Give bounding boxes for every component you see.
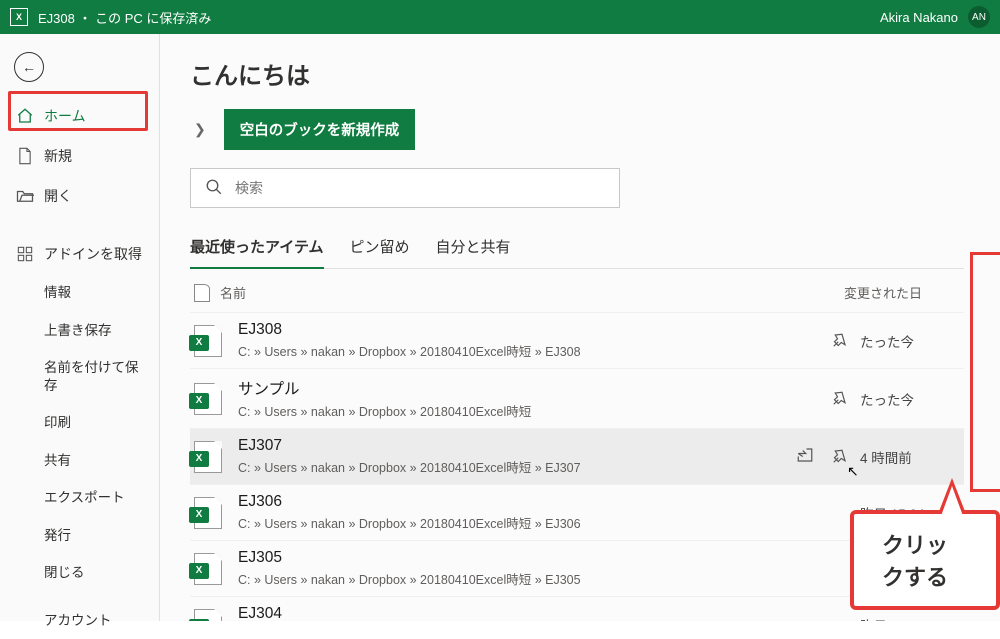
pin-icon[interactable] (828, 330, 850, 352)
back-button[interactable] (14, 52, 44, 82)
nav-save[interactable]: 上書き保存 (0, 312, 159, 350)
excel-app-icon: X (10, 8, 28, 26)
nav-get-addins[interactable]: アドインを取得 (0, 234, 159, 274)
file-date: 昨日 11:40 (860, 559, 960, 579)
search-box[interactable]: 検索 (190, 168, 620, 208)
list-header: 名前 変更された日 (190, 273, 964, 312)
cursor-icon: ↖ (847, 463, 859, 480)
recent-item[interactable]: X EJ307 C: » Users » nakan » Dropbox » 201… (190, 428, 964, 484)
nav-open-label: 開く (44, 186, 72, 206)
nav-home-label: ホーム (44, 106, 86, 126)
nav-share[interactable]: 共有 (0, 442, 159, 480)
tab-recent[interactable]: 最近使ったアイテム (190, 228, 324, 269)
file-name: EJ308 (238, 321, 770, 339)
col-date-label[interactable]: 変更された日 (844, 283, 964, 302)
file-name: EJ305 (238, 549, 770, 567)
chevron-right-icon: ❯ (190, 121, 210, 138)
folder-open-icon (16, 189, 34, 203)
excel-file-icon: X (194, 609, 222, 622)
nav-new[interactable]: 新規 (0, 136, 159, 176)
titlebar: X EJ308 ・ この PC に保存済み Akira Nakano AN (0, 0, 1000, 34)
file-path: C: » Users » nakan » Dropbox » 20180410E… (238, 569, 770, 588)
recent-list: X EJ308 C: » Users » nakan » Dropbox » 201… (190, 312, 964, 621)
file-name: サンプル (238, 377, 770, 399)
nav-open[interactable]: 開く (0, 176, 159, 216)
new-file-icon (16, 147, 34, 165)
user-name[interactable]: Akira Nakano (880, 10, 958, 25)
file-date: 昨日 15:04 (860, 503, 960, 523)
file-path: C: » Users » nakan » Dropbox » 20180410E… (238, 341, 770, 360)
recent-item[interactable]: XEJ304C: » Users » nakan » Dropbox » 201… (190, 596, 964, 621)
page-title: こんにちは (190, 56, 964, 91)
excel-file-icon: X (194, 553, 222, 585)
excel-file-icon: X (194, 497, 222, 529)
pin-icon[interactable]: ↖ (828, 446, 850, 468)
excel-file-icon: X (194, 383, 222, 415)
share-icon[interactable] (796, 446, 814, 467)
nav-print[interactable]: 印刷 (0, 404, 159, 442)
backstage-content: こんにちは ❯ 空白のブックを新規作成 検索 最近使ったアイテム ピン留め 自分… (160, 34, 1000, 621)
recent-tabs: 最近使ったアイテム ピン留め 自分と共有 (190, 228, 964, 269)
avatar[interactable]: AN (968, 6, 990, 28)
nav-addins-label: アドインを取得 (44, 244, 142, 264)
nav-publish[interactable]: 発行 (0, 517, 159, 555)
nav-save-as[interactable]: 名前を付けて保存 (0, 349, 159, 404)
search-placeholder: 検索 (235, 178, 263, 198)
nav-export[interactable]: エクスポート (0, 479, 159, 517)
document-title: EJ308 ・ この PC に保存済み (38, 8, 211, 27)
tab-shared[interactable]: 自分と共有 (436, 228, 511, 268)
tab-pinned[interactable]: ピン留め (350, 228, 410, 268)
file-date: たった今 (860, 389, 960, 409)
file-name: EJ304 (238, 605, 770, 621)
nav-close[interactable]: 閉じる (0, 554, 159, 592)
file-name: EJ307 (238, 437, 770, 455)
file-path: C: » Users » nakan » Dropbox » 20180410E… (238, 457, 770, 476)
document-column-icon (194, 284, 210, 302)
left-nav: ホーム 新規 開く アドインを取得 情報 上書き保存 名前を付けて保存 印刷 共… (0, 34, 160, 621)
recent-item[interactable]: X EJ308 C: » Users » nakan » Dropbox » 201… (190, 312, 964, 368)
search-icon (205, 178, 223, 199)
excel-file-icon: X (194, 325, 222, 357)
nav-info[interactable]: 情報 (0, 274, 159, 312)
new-blank-workbook-button[interactable]: 空白のブックを新規作成 (224, 109, 416, 150)
excel-file-icon: X (194, 441, 222, 473)
col-name-label[interactable]: 名前 (220, 283, 246, 302)
recent-item[interactable]: X サンプル C: » Users » nakan » Dropbox » 2018… (190, 368, 964, 428)
pin-icon[interactable] (828, 388, 850, 410)
nav-home[interactable]: ホーム (0, 96, 159, 136)
nav-account[interactable]: アカウント (0, 602, 159, 639)
file-path: C: » Users » nakan » Dropbox » 20180410E… (238, 513, 770, 532)
file-date: たった今 (860, 331, 960, 351)
home-icon (16, 107, 34, 125)
file-date: 昨日 10:29 (860, 615, 960, 622)
annotation-pin-highlight (970, 252, 1000, 492)
nav-new-label: 新規 (44, 146, 72, 166)
file-name: EJ306 (238, 493, 770, 511)
file-path: C: » Users » nakan » Dropbox » 20180410E… (238, 401, 770, 420)
file-date: 4 時間前 (860, 447, 960, 467)
recent-item[interactable]: X EJ306 C: » Users » nakan » Dropbox » 201… (190, 484, 964, 540)
recent-item[interactable]: X EJ305 C: » Users » nakan » Dropbox » 201… (190, 540, 964, 596)
addins-icon (16, 246, 34, 262)
